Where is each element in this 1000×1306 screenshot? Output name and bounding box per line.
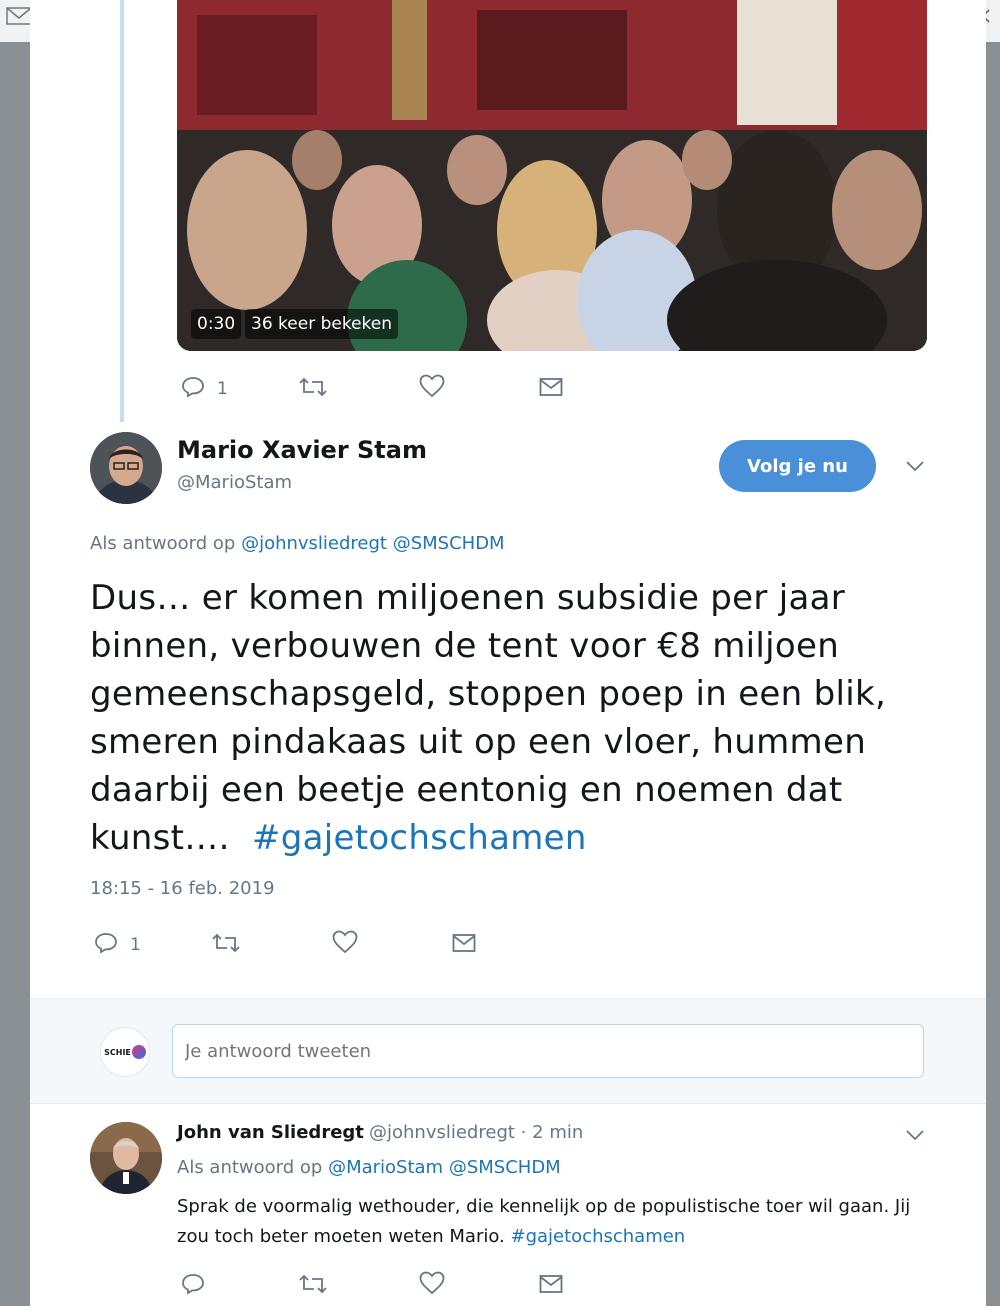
reply-action[interactable]: 1 [94,931,141,959]
message-icon [539,1273,563,1299]
like-action[interactable] [419,1271,445,1299]
video-duration: 0:30 [191,309,242,339]
reply-icon [181,1272,205,1300]
retweet-icon [212,931,240,959]
avatar-label: SCHIE [104,1047,131,1057]
mention-link[interactable]: @MarioStam [328,1157,443,1178]
video-view-count: 36 keer bekeken [245,309,399,339]
reply-author-meta: @johnvsliedregt · 2 min [369,1122,583,1143]
hashtag-link[interactable]: #gajetochschamen [252,818,587,858]
tweet-modal: 0:30 36 keer bekeken 1 Mario Xavier Stam… [30,0,986,1306]
message-action[interactable] [452,932,476,958]
retweet-action[interactable] [212,931,240,959]
like-icon [419,1271,445,1299]
backdrop-right [986,42,1000,1306]
current-user-avatar[interactable]: SCHIE [100,1027,150,1077]
mention-link[interactable]: @SMSCHDM [449,1157,561,1178]
reply-count: 1 [130,935,141,955]
message-action[interactable] [539,1273,563,1299]
message-action[interactable] [539,376,563,402]
retweet-icon [299,1272,327,1300]
mail-icon[interactable] [6,6,32,30]
like-icon [419,374,445,402]
author-name[interactable]: Mario Xavier Stam [177,436,427,464]
like-action[interactable] [332,930,358,958]
divider [30,1103,986,1104]
reply-author-name[interactable]: John van Sliedregt [177,1122,364,1143]
tweet-timestamp[interactable]: 18:15 - 16 feb. 2019 [90,878,275,899]
reply-time[interactable]: 2 min [532,1122,583,1143]
avatar-logo-mark [131,1045,146,1059]
hashtag-link[interactable]: #gajetochschamen [511,1226,686,1247]
video-player[interactable]: 0:30 36 keer bekeken [177,0,927,351]
like-icon [332,930,358,958]
chevron-down-icon[interactable] [905,1126,925,1145]
backdrop-left [0,42,30,1306]
message-icon [452,932,476,958]
video-frame [177,0,927,351]
follow-button[interactable]: Volg je nu [719,440,876,492]
tweet-text: Dus… er komen miljoenen subsidie per jaa… [90,574,940,862]
reply-tweet-text: Sprak de voormalig wethouder, die kennel… [177,1192,927,1252]
reply-icon [181,375,205,403]
thread-line [120,0,124,422]
author-handle[interactable]: @MarioStam [177,472,292,493]
reply-action[interactable] [181,1272,205,1300]
retweet-action[interactable] [299,375,327,403]
message-icon [539,376,563,402]
reply-context: Als antwoord op @MarioStam @SMSCHDM [177,1157,561,1178]
reply-context-mentions[interactable]: @johnvsliedregt @SMSCHDM [241,533,505,554]
reply-author-handle[interactable]: @johnvsliedregt [369,1122,515,1143]
avatar[interactable] [90,1122,162,1194]
chevron-down-icon[interactable] [905,457,925,476]
avatar[interactable] [90,432,162,504]
reply-context-label: Als antwoord op [177,1157,323,1178]
reply-context-label: Als antwoord op [90,533,236,554]
like-action[interactable] [419,374,445,402]
reply-action[interactable]: 1 [181,375,228,403]
tweet-body: Dus… er komen miljoenen subsidie per jaa… [90,578,887,858]
meta-separator: · [520,1122,527,1143]
retweet-icon [299,375,327,403]
retweet-action[interactable] [299,1272,327,1300]
reply-input[interactable] [172,1024,924,1078]
reply-count: 1 [217,379,228,399]
reply-icon [94,931,118,959]
reply-context: Als antwoord op @johnvsliedregt @SMSCHDM [90,533,505,554]
